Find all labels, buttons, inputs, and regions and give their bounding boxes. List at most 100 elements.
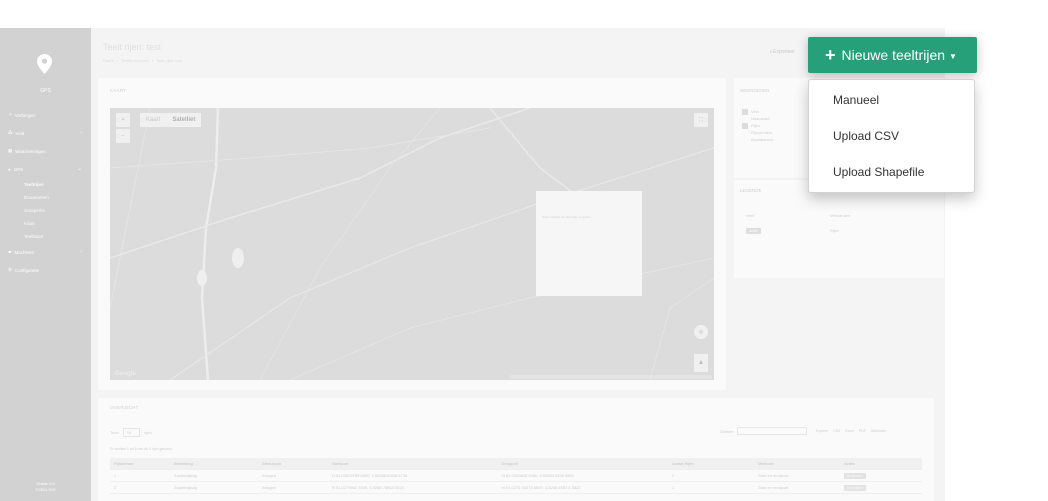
sidebar-subitem-bouwkanten[interactable]: Bouwkanten — [0, 191, 91, 204]
checkbox-checked[interactable] — [742, 108, 748, 115]
map-view[interactable]: + − Kaart Satelliet ⛶ Geen content om hi… — [110, 108, 714, 380]
table-cell: 1 — [114, 473, 117, 478]
new-rows-button[interactable]: + Nieuwe teeltrijen ▼ — [808, 37, 977, 73]
column-header[interactable]: Rijnummer — [110, 461, 170, 466]
sidebar-subitem-kaart[interactable]: Kaart — [0, 217, 91, 230]
screenshot-stage: GPS ↗ Verbergen ⁂ Veld ‹ ▦ Waarnemingen … — [0, 0, 1048, 501]
export-button[interactable]: ⭳ Exporteer — [770, 49, 795, 57]
sidebar-nav: ↗ Verbergen ⁂ Veld ‹ ▦ Waarnemingen ● GP… — [0, 106, 91, 279]
zoom-out-button[interactable]: − — [116, 129, 130, 143]
map-type-satelliet[interactable]: Satelliet — [166, 113, 201, 127]
sidebar-subitem-grasperks[interactable]: Grasperks — [0, 204, 91, 217]
layer-label: Bouwkanten — [751, 137, 774, 142]
sidebar-subitem-teeltkaart[interactable]: Teeltkaart — [0, 230, 91, 243]
column-header[interactable]: Werkzaam — [258, 461, 328, 466]
overview-table: Rijnummer Bewerking Werkzaam Startpunt E… — [110, 458, 922, 494]
chevron-down-icon: ⌄ — [77, 166, 82, 172]
column-header[interactable]: Acties — [840, 461, 920, 466]
excel-button[interactable]: Excel — [845, 429, 854, 433]
layer-option-veld[interactable]: Veld — [742, 108, 773, 115]
sidebar-item-verbergen[interactable]: ↗ Verbergen — [0, 106, 91, 124]
layer-option-bouwkanten[interactable]: Bouwkanten — [742, 136, 773, 143]
sidebar-item-label: Waarnemingen — [15, 148, 46, 154]
fullscreen-icon[interactable]: ⛶ — [694, 113, 708, 127]
legend-field-label: Veld — [746, 213, 754, 218]
breadcrumb-home[interactable]: Home — [103, 58, 114, 63]
plus-icon: + — [825, 45, 836, 65]
app-background: GPS ↗ Verbergen ⁂ Veld ‹ ▦ Waarnemingen … — [0, 28, 945, 501]
table-cell: Afragen — [262, 473, 277, 478]
chevron-left-icon: ‹ — [80, 249, 82, 255]
sidebar-subitem-teeltrijen[interactable]: Teeltrijen — [0, 178, 91, 191]
edit-row-button[interactable]: Bewerken — [844, 484, 866, 491]
csv-button[interactable]: CSV — [833, 429, 840, 433]
table-cell: Start en eindpunt — [758, 485, 789, 490]
page-length-select[interactable]: 10 — [122, 428, 141, 437]
page-title: Teelt rijen: test — [103, 42, 162, 52]
logo-text: GPS — [40, 88, 51, 94]
sidebar-item-gps[interactable]: ● GPS ⌄ — [0, 160, 91, 178]
table-cell: N 51.02629785 6390, 4.5268810436 6736 — [332, 473, 408, 478]
zoom-in-button[interactable]: + — [116, 113, 130, 127]
table-row: 2 Zaaibedijaag Afragen N 51.0279662 3928… — [110, 482, 922, 494]
new-rows-button-label: Nieuwe teeltrijen — [841, 47, 946, 63]
hide-icon: ↗ — [8, 112, 12, 117]
sidebar-item-label: Machines — [14, 249, 34, 255]
sidebar-item-label: Veld — [15, 130, 25, 136]
field-icon: ⁂ — [8, 130, 13, 135]
print-button[interactable]: Afdrukken — [871, 429, 887, 433]
table-header: Rijnummer Bewerking Werkzaam Startpunt E… — [110, 458, 922, 470]
edit-row-button[interactable]: Bewerken — [844, 472, 866, 479]
rows-label: rijen — [144, 430, 152, 435]
map-info-popup: Geen content om hier weer te geven — [536, 191, 642, 296]
sidebar-item-waarnemingen[interactable]: ▦ Waarnemingen — [0, 142, 91, 160]
menu-item-manueel[interactable]: Manueel — [809, 82, 974, 118]
menu-item-upload-csv[interactable]: Upload CSV — [809, 118, 974, 154]
column-header[interactable]: Eindpunt — [498, 461, 668, 466]
breadcrumb-teelten[interactable]: Teelten bouwen — [121, 58, 149, 63]
column-header[interactable]: Bewerking — [170, 461, 258, 466]
pegman-icon[interactable]: ♟ — [694, 354, 708, 372]
map-type-toggle: Kaart Satelliet — [140, 113, 202, 127]
column-header[interactable]: Methode — [754, 461, 840, 466]
layer-option-naamlabel[interactable]: Naamlabel — [742, 115, 773, 122]
column-header[interactable]: Startpunt — [328, 461, 498, 466]
menu-item-upload-shapefile[interactable]: Upload Shapefile — [809, 154, 974, 190]
overview-search: Zoeken — [720, 427, 808, 435]
sidebar: GPS ↗ Verbergen ⁂ Veld ‹ ▦ Waarnemingen … — [0, 28, 91, 501]
location-pin-icon — [37, 54, 52, 74]
location-target-icon[interactable]: ◎ — [694, 325, 708, 339]
layer-option-rijnummers[interactable]: Rijnummers — [742, 129, 773, 136]
table-cell: Zaaibedijaag — [174, 473, 197, 478]
copy-button[interactable]: Kopieer — [816, 429, 828, 433]
sidebar-item-veld[interactable]: ⁂ Veld ‹ — [0, 124, 91, 142]
sidebar-item-label: Verbergen — [14, 112, 36, 118]
search-label: Zoeken — [720, 428, 734, 434]
google-logo: Google — [115, 371, 136, 377]
chevron-left-icon: ‹ — [80, 130, 82, 136]
layer-option-rijen[interactable]: Rijen — [742, 122, 773, 129]
overview-info: Er worden 1 tot 5 van de 5 rijen getoond — [110, 447, 173, 451]
overview-export-buttons: Kopieer CSV Excel PDF Afdrukken — [816, 429, 887, 433]
pdf-button[interactable]: PDF — [859, 429, 866, 433]
copyright: ©2021 IVO — [35, 487, 56, 492]
layer-label: Veld — [751, 109, 759, 114]
table-cell: N 51.0279662 3928, 4.5268 78964 6024 — [332, 485, 404, 490]
column-header[interactable]: Aantal Rijen — [668, 461, 754, 466]
overview-title: OVERZICHT — [110, 405, 139, 410]
breadcrumb-separator: / — [151, 58, 153, 63]
table-cell: Start en eindpunt — [758, 473, 789, 478]
version-info: Versie: 8.0 ©2021 IVO — [0, 481, 91, 493]
sidebar-item-label: GPS — [13, 166, 24, 172]
truck-icon: ▰ — [8, 249, 12, 254]
checkbox-checked[interactable] — [742, 122, 748, 129]
sidebar-item-configuratie[interactable]: ⚙ Configuratie — [0, 261, 91, 279]
legend-active-badge: Actief — [746, 228, 761, 234]
legend-panel-title: LEGENDE — [740, 188, 762, 193]
map-popup-text: Geen content om hier weer te geven — [542, 215, 591, 219]
search-input[interactable] — [737, 427, 808, 435]
map-attribution: Sneltoetsen | Kaartgegevens ©2021 Imager… — [509, 375, 712, 379]
map-type-kaart[interactable]: Kaart — [140, 113, 166, 127]
table-cell: N 51.0275 93279 6849, 4.5268 4683 4 5822 — [502, 485, 581, 490]
sidebar-item-machines[interactable]: ▰ Machines ‹ — [0, 243, 91, 261]
